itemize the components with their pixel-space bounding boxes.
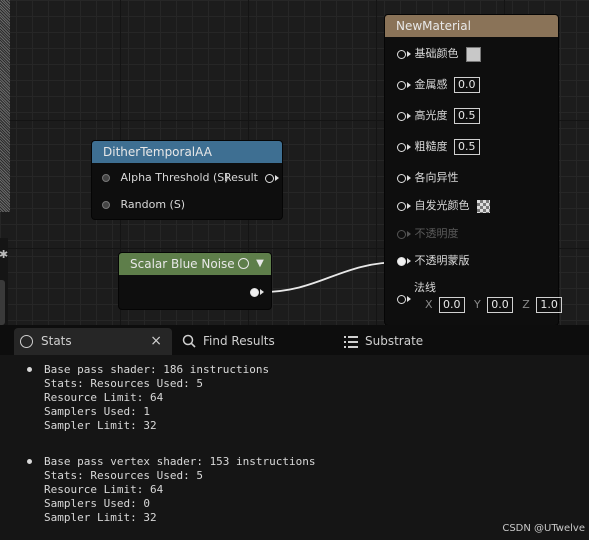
- pin-arrow-icon: [407, 296, 411, 302]
- pin-opacity: 不透明度: [397, 226, 459, 242]
- preview-toggle-icon[interactable]: [238, 258, 249, 269]
- pin-arrow-icon: [407, 51, 411, 57]
- tab-stats-label: Stats: [41, 334, 72, 348]
- pin-base-color[interactable]: 基础颜色: [397, 46, 481, 62]
- specular-value-input[interactable]: 0.5: [454, 108, 480, 124]
- normal-x-input[interactable]: 0.0: [439, 297, 465, 313]
- stats-line: Resource Limit: 64: [44, 391, 164, 404]
- new-material-node[interactable]: NewMaterial 基础颜色 金属感 0.0 高光度 0.5 粗糙度 0.5…: [385, 15, 562, 325]
- pin-opacity-mask-label: 不透明蒙版: [414, 254, 470, 267]
- dither-temporal-aa-node[interactable]: DitherTemporalAA Alpha Threshold (S) Res…: [92, 141, 282, 219]
- stats-line: Samplers Used: 0: [44, 497, 150, 510]
- bullet: [27, 367, 32, 372]
- tab-find-results-label: Find Results: [203, 334, 275, 348]
- stats-line: Sampler Limit: 32: [44, 419, 157, 432]
- pin-emissive-color[interactable]: 自发光颜色: [397, 198, 490, 214]
- pin-result-label: Result: [224, 171, 258, 184]
- stats-heading-pixel-shader: Base pass shader: 186 instructions: [44, 363, 270, 376]
- pin-arrow-icon: [407, 231, 411, 237]
- normal-vector-inputs: X 0.0 Y 0.0 Z 1.0: [425, 297, 562, 313]
- pin-opacity-mask[interactable]: 不透明蒙版: [397, 253, 470, 269]
- pin-circle-icon[interactable]: [397, 201, 406, 211]
- pin-specular-label: 高光度: [414, 109, 448, 122]
- pin-arrow-icon: [407, 113, 411, 119]
- pin-circle-icon: [397, 229, 406, 239]
- pin-base-color-label: 基础颜色: [414, 47, 459, 60]
- pin-emissive-label: 自发光颜色: [414, 199, 470, 212]
- panel-tab-bar: Stats × Find Results Substrate: [0, 325, 589, 355]
- pin-connected-icon[interactable]: [250, 287, 259, 297]
- pin-circle-icon[interactable]: [102, 201, 110, 209]
- pin-circle-icon[interactable]: [397, 173, 406, 183]
- tab-substrate[interactable]: Substrate: [342, 328, 462, 355]
- bullet: [27, 459, 32, 464]
- tab-substrate-label: Substrate: [365, 334, 424, 348]
- pin-circle-icon[interactable]: [102, 174, 110, 182]
- pin-circle-icon[interactable]: [397, 142, 406, 152]
- metallic-value-input[interactable]: 0.0: [454, 77, 480, 93]
- normal-z-input[interactable]: 1.0: [536, 297, 562, 313]
- list-icon: [344, 336, 358, 348]
- pin-arrow-icon: [407, 175, 411, 181]
- pin-circle-icon[interactable]: [397, 49, 406, 59]
- pin-alpha-threshold[interactable]: Alpha Threshold (S): [102, 170, 229, 186]
- stats-line: Stats: Resources Used: 5: [44, 377, 203, 390]
- pin-roughness[interactable]: 粗糙度 0.5: [397, 139, 480, 155]
- pin-arrow-icon: [407, 82, 411, 88]
- pin-circle-icon[interactable]: [264, 173, 274, 183]
- pin-result[interactable]: Result: [224, 170, 279, 186]
- pin-alpha-threshold-label: Alpha Threshold (S): [120, 171, 229, 184]
- stats-line: Samplers Used: 1: [44, 405, 150, 418]
- pin-connected-icon[interactable]: [397, 256, 406, 266]
- pin-specular[interactable]: 高光度 0.5: [397, 108, 480, 124]
- pin-arrow-icon: [407, 258, 411, 264]
- stats-icon: [20, 335, 33, 348]
- pin-noise-output[interactable]: [250, 284, 264, 300]
- normal-y-label: Y: [474, 298, 481, 311]
- blue-noise-header: Scalar Blue Noise ▼: [119, 253, 271, 275]
- normal-x-label: X: [425, 298, 433, 311]
- pin-circle-icon[interactable]: [397, 294, 406, 304]
- stats-content: Base pass shader: 186 instructions Stats…: [0, 355, 589, 540]
- pin-normal-connector[interactable]: [397, 291, 411, 307]
- close-icon[interactable]: ×: [150, 328, 162, 355]
- chevron-down-icon[interactable]: ▼: [253, 253, 267, 275]
- stats-line: Sampler Limit: 32: [44, 511, 157, 524]
- blue-noise-title: Scalar Blue Noise: [130, 257, 235, 271]
- pin-arrow-icon: [260, 289, 264, 295]
- pin-opacity-label: 不透明度: [414, 227, 459, 240]
- stats-heading-vertex-shader: Base pass vertex shader: 153 instruction…: [44, 455, 316, 468]
- material-graph-canvas[interactable]: ✱ NewMaterial 基础颜色 金属感 0.0 高光度 0.5 粗糙度 0…: [0, 0, 589, 325]
- output-panel: Stats × Find Results Substrate Base pass…: [0, 325, 589, 540]
- dither-title: DitherTemporalAA: [92, 141, 282, 163]
- search-icon: [182, 334, 196, 348]
- tab-stats[interactable]: Stats ×: [14, 328, 172, 355]
- pin-anisotropy[interactable]: 各向异性: [397, 170, 459, 186]
- pin-metallic[interactable]: 金属感 0.0: [397, 77, 480, 93]
- pin-normal-label: 法线: [414, 281, 436, 294]
- pin-random-label: Random (S): [120, 198, 186, 211]
- pin-circle-icon[interactable]: [397, 80, 406, 90]
- pin-circle-icon[interactable]: [397, 111, 406, 121]
- normal-y-input[interactable]: 0.0: [487, 297, 513, 313]
- scalar-blue-noise-node[interactable]: Scalar Blue Noise ▼: [119, 253, 271, 309]
- stats-line: Resource Limit: 64: [44, 483, 164, 496]
- pin-arrow-icon: [407, 203, 411, 209]
- new-material-title: NewMaterial: [385, 15, 558, 37]
- texture-preview-icon: [477, 199, 490, 213]
- roughness-value-input[interactable]: 0.5: [454, 139, 480, 155]
- pin-random[interactable]: Random (S): [102, 197, 185, 213]
- pin-metallic-label: 金属感: [414, 78, 448, 91]
- watermark: CSDN @UTwelve: [502, 523, 585, 534]
- pin-arrow-icon: [274, 175, 279, 181]
- color-swatch[interactable]: [466, 46, 481, 62]
- normal-z-label: Z: [522, 298, 530, 311]
- tab-find-results[interactable]: Find Results: [180, 328, 330, 355]
- pin-roughness-label: 粗糙度: [414, 140, 448, 153]
- pin-arrow-icon: [407, 144, 411, 150]
- pin-anisotropy-label: 各向异性: [414, 171, 459, 184]
- stats-line: Stats: Resources Used: 5: [44, 469, 203, 482]
